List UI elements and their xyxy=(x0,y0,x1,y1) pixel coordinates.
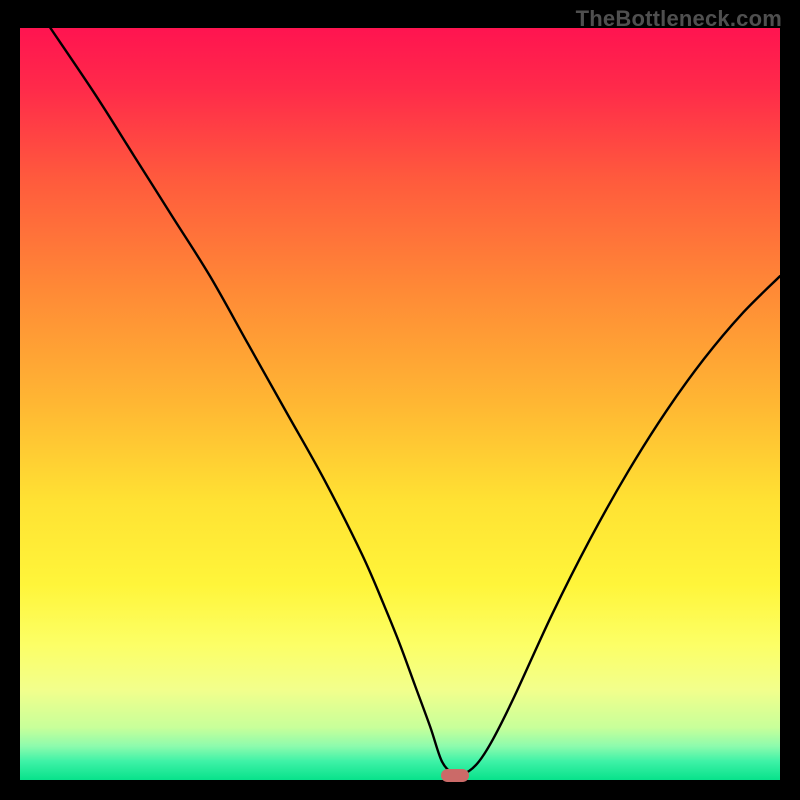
watermark-text: TheBottleneck.com xyxy=(576,6,782,32)
chart-frame: TheBottleneck.com xyxy=(0,0,800,800)
bottleneck-curve xyxy=(50,28,780,776)
curve-layer xyxy=(20,28,780,780)
plot-outer xyxy=(20,28,780,780)
optimal-marker xyxy=(441,769,469,782)
